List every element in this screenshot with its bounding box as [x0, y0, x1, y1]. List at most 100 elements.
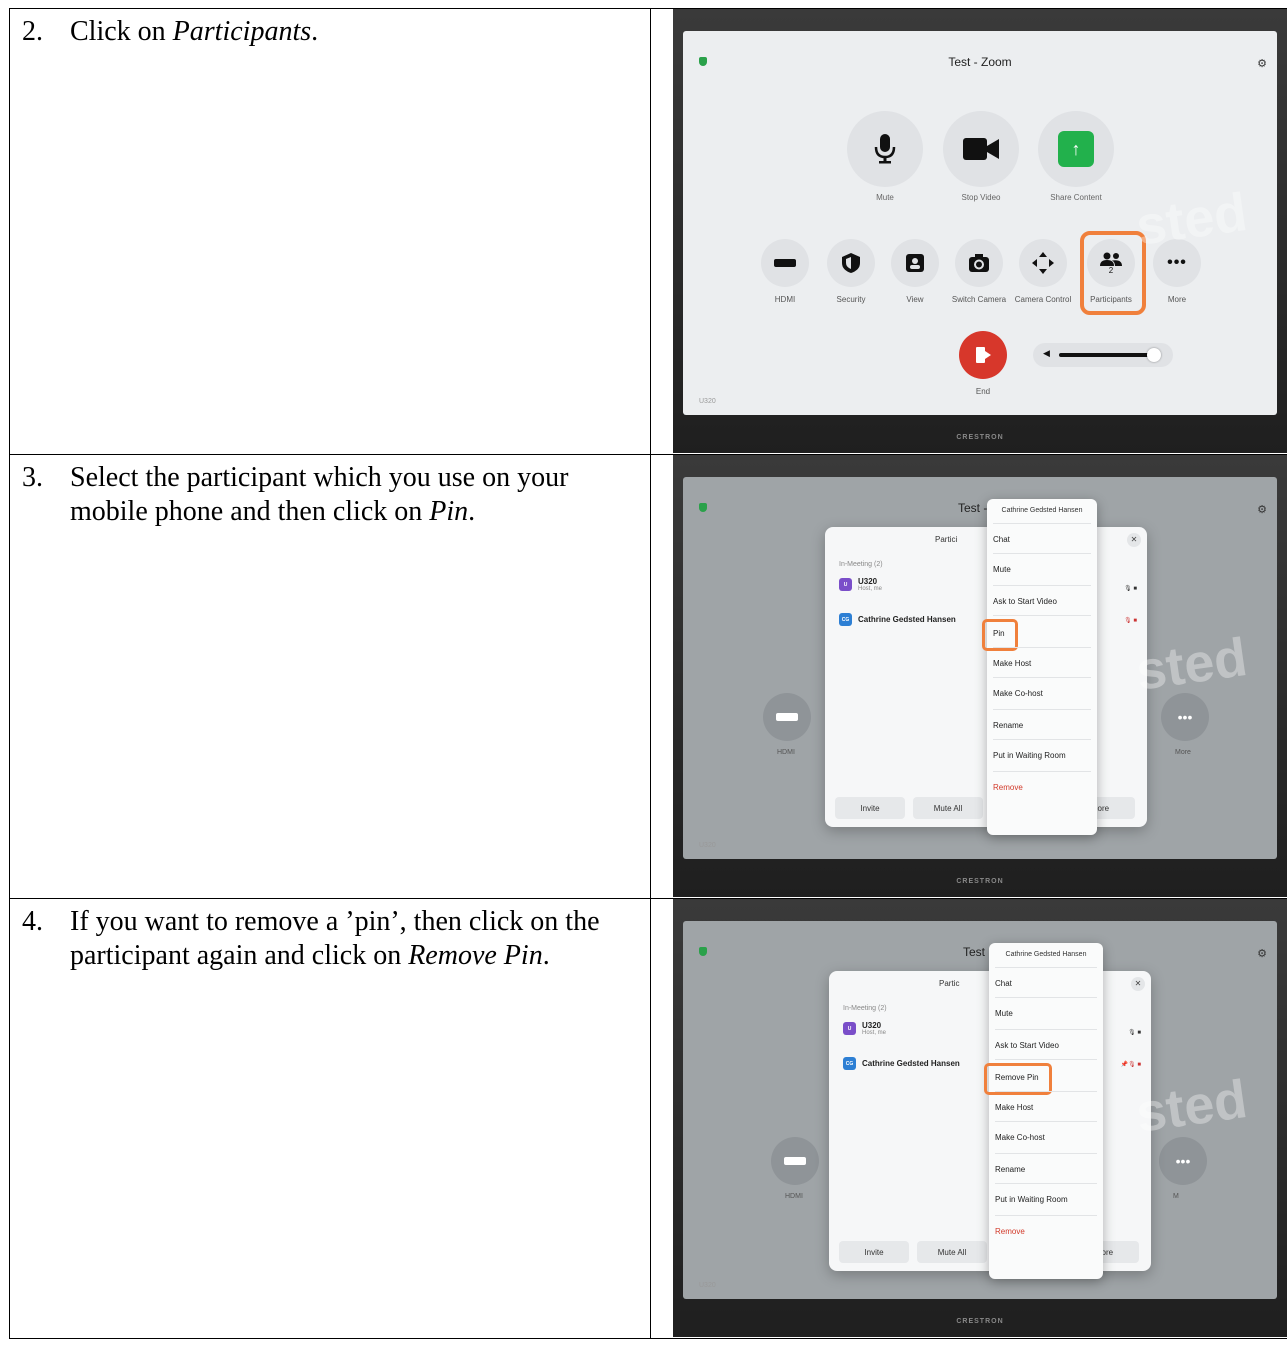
invite-button[interactable]: Invite: [835, 797, 905, 819]
brand-label: CRESTRON: [956, 878, 1004, 885]
microphone-icon: [874, 134, 896, 164]
gear-icon[interactable]: ⚙: [1257, 57, 1267, 70]
menu-item-chat[interactable]: Chat: [993, 535, 1010, 544]
pin-mic-video-off-icon: 📌🎙 ■: [1120, 1062, 1141, 1068]
stop-video-button[interactable]: [943, 111, 1019, 187]
menu-item-make-host[interactable]: Make Host: [993, 659, 1031, 668]
hdmi-icon: [784, 1157, 806, 1165]
menu-item-rename[interactable]: Rename: [995, 1165, 1025, 1174]
close-icon[interactable]: ✕: [1131, 977, 1145, 991]
text-emphasis: Participants: [172, 16, 312, 47]
hdmi-icon: [774, 259, 796, 267]
text-emphasis: Pin: [429, 496, 469, 527]
menu-item-chat[interactable]: Chat: [995, 979, 1012, 988]
participant-role: Host, me: [862, 1030, 887, 1036]
room-label: U320: [699, 398, 716, 405]
gear-icon[interactable]: ⚙: [1257, 503, 1267, 516]
menu-item-make-host[interactable]: Make Host: [995, 1103, 1033, 1112]
in-meeting-header: In-Meeting (2): [843, 1005, 887, 1012]
hdmi-icon: [776, 713, 798, 721]
menu-item-waiting-room[interactable]: Put in Waiting Room: [995, 1195, 1068, 1204]
touch-panel-photo: Test - ⚙ HDMI ••• More Partici ✕ In-Meet…: [673, 455, 1287, 897]
divider: [995, 1091, 1097, 1092]
hdmi-label: HDMI: [785, 1193, 803, 1200]
camera-rotate-icon: [969, 254, 989, 272]
divider: [993, 585, 1091, 586]
divider: [993, 553, 1091, 554]
hdmi-button[interactable]: [771, 1137, 819, 1185]
hdmi-button[interactable]: [763, 693, 811, 741]
text-emphasis: Remove Pin: [408, 940, 543, 971]
participant-name: U320: [862, 1021, 882, 1030]
menu-item-ask-start-video[interactable]: Ask to Start Video: [995, 1041, 1059, 1050]
divider: [993, 739, 1091, 740]
invite-button[interactable]: Invite: [839, 1241, 909, 1263]
instructions-table: 2. Click on Participants. Test - Zoom ⚙ …: [9, 8, 1287, 1339]
menu-item-waiting-room[interactable]: Put in Waiting Room: [993, 751, 1066, 760]
gear-icon[interactable]: ⚙: [1257, 947, 1267, 960]
menu-item-ask-start-video[interactable]: Ask to Start Video: [993, 597, 1057, 606]
menu-item-make-cohost[interactable]: Make Co-host: [995, 1133, 1045, 1142]
room-label: U320: [699, 842, 716, 849]
hdmi-button[interactable]: [761, 239, 809, 287]
view-button[interactable]: [891, 239, 939, 287]
divider: [995, 1059, 1097, 1060]
step-row-3: 3. Select the participant which you use …: [9, 454, 1287, 899]
touch-panel-photo: Test ⚙ HDMI ••• M Partic ✕ In-Meeting (2…: [673, 899, 1287, 1337]
divider: [995, 967, 1097, 968]
reflection-text: sted: [1132, 181, 1251, 257]
mic-video-status-icon: 🎙 ■: [1124, 586, 1137, 592]
hdmi-label: HDMI: [777, 749, 795, 756]
mute-all-button[interactable]: Mute All: [913, 797, 983, 819]
participant-row[interactable]: U U320 Host, me: [839, 577, 882, 592]
participant-context-menu: Cathrine Gedsted Hansen Chat Mute Ask to…: [982, 499, 1097, 835]
divider: [993, 677, 1091, 678]
brand-label: CRESTRON: [956, 434, 1004, 441]
menu-item-rename[interactable]: Rename: [993, 721, 1023, 730]
step-number: 4.: [22, 906, 43, 937]
step-text: Click on Participants.: [70, 15, 318, 49]
mute-all-button[interactable]: Mute All: [917, 1241, 987, 1263]
zoom-screen: Test - ⚙ HDMI ••• More Partici ✕ In-Meet…: [683, 477, 1277, 859]
menu-item-remove[interactable]: Remove: [995, 1227, 1025, 1236]
camera-control-button[interactable]: [1019, 239, 1067, 287]
text-part: Click on: [70, 16, 173, 47]
avatar: CG: [839, 613, 852, 626]
volume-slider[interactable]: ◀: [1033, 343, 1173, 367]
text-part: .: [468, 496, 476, 527]
divider: [995, 1215, 1097, 1216]
menu-item-remove[interactable]: Remove: [993, 783, 1023, 792]
share-content-label: Share Content: [1050, 193, 1102, 202]
screenshot-cell: Test - ⚙ HDMI ••• More Partici ✕ In-Meet…: [650, 454, 1287, 899]
participant-row[interactable]: CG Cathrine Gedsted Hansen: [843, 1057, 960, 1070]
reflection-text: sted: [1132, 1069, 1251, 1145]
step-number: 3.: [22, 462, 43, 493]
divider: [995, 1153, 1097, 1154]
step-text: Select the participant which you use on …: [70, 461, 640, 529]
video-camera-icon: [963, 138, 999, 160]
menu-item-mute[interactable]: Mute: [993, 565, 1011, 574]
in-meeting-header: In-Meeting (2): [839, 561, 883, 568]
divider: [995, 997, 1097, 998]
menu-item-mute[interactable]: Mute: [995, 1009, 1013, 1018]
participant-row[interactable]: U U320 Host, me: [843, 1021, 886, 1036]
menu-item-make-cohost[interactable]: Make Co-host: [993, 689, 1043, 698]
switch-camera-button[interactable]: [955, 239, 1003, 287]
security-button[interactable]: [827, 239, 875, 287]
security-shield-icon: [699, 947, 707, 956]
volume-knob[interactable]: [1147, 348, 1161, 362]
end-button[interactable]: [959, 331, 1007, 379]
meeting-title: Test - Zoom: [948, 55, 1012, 69]
mic-video-off-icon: 🎙 ■: [1124, 618, 1137, 624]
security-shield-icon: [699, 503, 707, 512]
mute-button[interactable]: [847, 111, 923, 187]
share-content-button[interactable]: ↑: [1038, 111, 1114, 187]
more-label: More: [1175, 749, 1191, 756]
participant-name: U320: [858, 577, 878, 586]
avatar: U: [839, 578, 852, 591]
step-row-4: 4. If you want to remove a ’pin’, then c…: [9, 898, 1287, 1339]
close-icon[interactable]: ✕: [1127, 533, 1141, 547]
participant-row[interactable]: CG Cathrine Gedsted Hansen: [839, 613, 956, 626]
divider: [993, 615, 1091, 616]
screenshot-cell: Test - Zoom ⚙ Mute Stop Video ↑ Share Co…: [650, 8, 1287, 455]
